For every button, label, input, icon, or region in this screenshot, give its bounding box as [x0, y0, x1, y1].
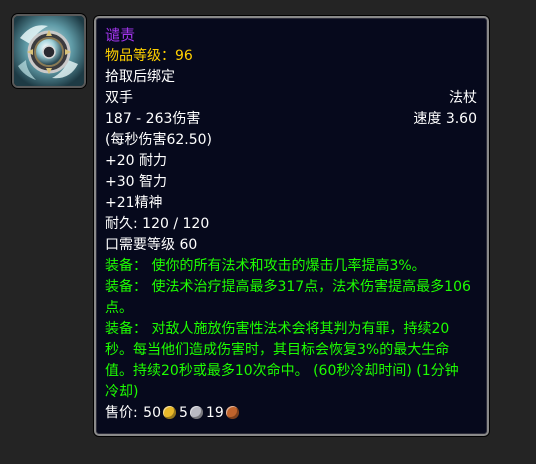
damage-text: 187 - 263伤害 — [105, 111, 201, 127]
item-icon-frame[interactable] — [12, 14, 86, 88]
slot-row: 双手 法杖 — [105, 88, 477, 109]
staff-orb-icon — [14, 16, 84, 86]
copper-amount: 19 — [205, 405, 224, 421]
equip-effect: 装备： 对敌人施放伤害性法术会将其判为有罪，持续20秒。每当他们造成伤害时，其目… — [105, 321, 459, 400]
gold-coin-icon — [163, 406, 176, 419]
stat-line: +20 耐力 — [105, 153, 167, 169]
durability-text: 耐久: 120 / 120 — [105, 216, 210, 232]
equip-effect: 装备： 使法术治疗提高最多317点，法术伤害提高最多106点。 — [105, 279, 471, 316]
silver-amount: 5 — [179, 405, 188, 421]
required-level-text: 口需要等级 60 — [105, 237, 198, 253]
item-tooltip-view: 谴责 物品等级：96 拾取后绑定 双手 法杖 187 - 263伤害 速度 3.… — [0, 0, 536, 464]
sell-price: 售价: 50 5 19 — [105, 403, 477, 424]
slot-text: 双手 — [105, 90, 133, 106]
item-level-line: 物品等级：96 — [105, 46, 477, 67]
weapon-type-text: 法杖 — [449, 90, 477, 106]
stat-line: +21精神 — [105, 195, 163, 211]
speed-text: 速度 3.60 — [413, 111, 477, 127]
sell-price-label: 售价: — [105, 405, 143, 421]
item-level-value: 96 — [175, 48, 193, 64]
copper-coin-icon — [225, 406, 239, 419]
dps-text: (每秒伤害62.50) — [105, 132, 213, 148]
gold-amount: 50 — [143, 405, 161, 421]
binding-text: 拾取后绑定 — [105, 69, 175, 85]
item-name[interactable]: 谴责 — [105, 25, 477, 46]
stat-line: +30 智力 — [105, 174, 167, 190]
item-tooltip: 谴责 物品等级：96 拾取后绑定 双手 法杖 187 - 263伤害 速度 3.… — [94, 16, 489, 436]
equip-effect: 装备： 使你的所有法术和攻击的爆击几率提高3%。 — [105, 258, 426, 274]
item-level-label: 物品等级： — [105, 48, 175, 64]
silver-coin-icon — [189, 406, 203, 419]
damage-row: 187 - 263伤害 速度 3.60 — [105, 109, 477, 130]
